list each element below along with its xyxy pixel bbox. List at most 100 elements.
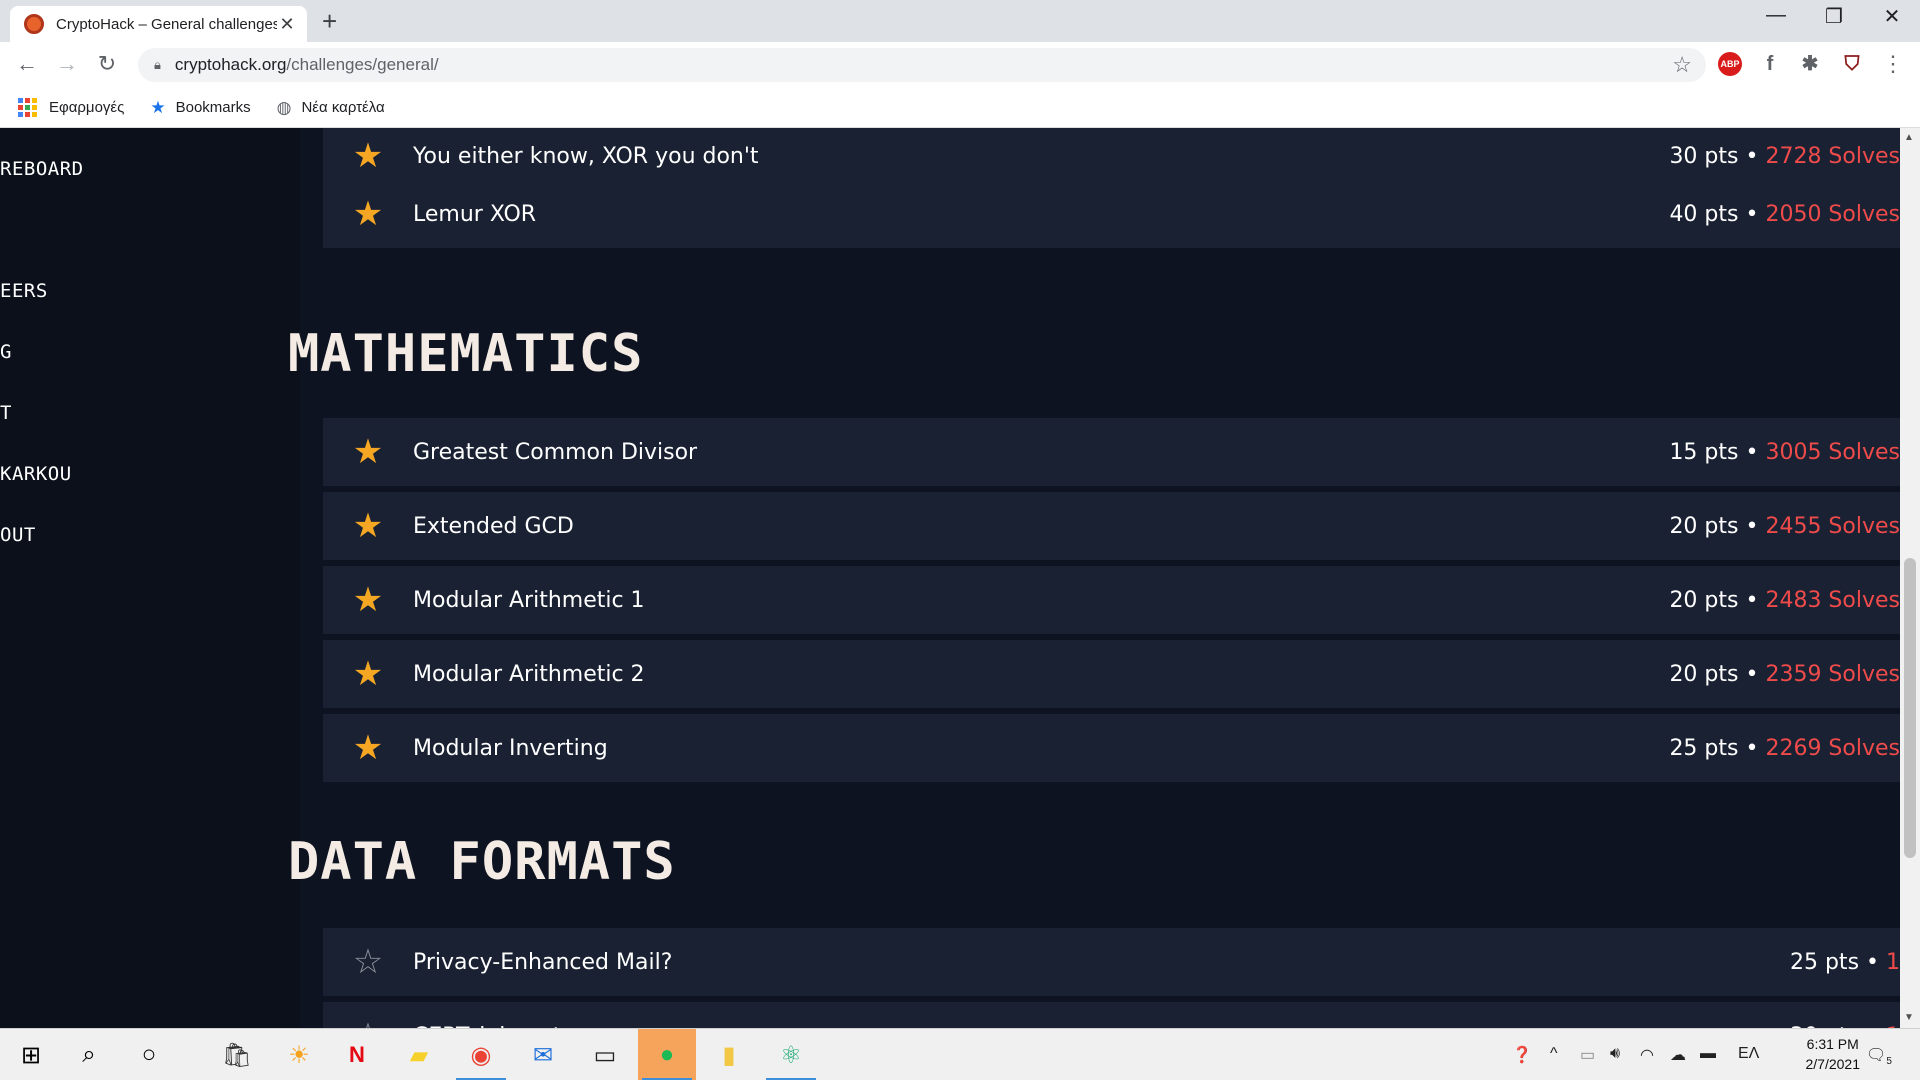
lock-icon: 🔒︎	[154, 57, 161, 72]
chrome-icon[interactable]: ◉	[452, 1029, 510, 1080]
challenge-solves[interactable]: 2269 Solves	[1765, 736, 1900, 761]
sidebar-item-blog[interactable]: G	[0, 341, 12, 363]
challenge-points: 30 pts	[1669, 143, 1739, 169]
star-filled-icon: ★	[352, 433, 384, 471]
netflix-icon[interactable]: N	[328, 1029, 386, 1080]
bookmark-star-icon[interactable]: ☆	[1672, 52, 1692, 78]
page-content: REBOARD EERS G T KARKOU OUT ★ You either …	[0, 128, 1900, 1028]
windows-start-icon[interactable]: ⊞	[2, 1029, 60, 1080]
meta-separator: •	[1738, 439, 1766, 465]
star-icon: ★	[150, 97, 166, 117]
section-title-data-formats: DATA FORMATS	[288, 832, 676, 892]
challenge-meta: 25 pts • 1	[1790, 950, 1900, 975]
bookmark-apps[interactable]: Εφαρμογές	[18, 98, 124, 117]
star-filled-icon: ★	[352, 581, 384, 619]
store-icon[interactable]: 🛍︎	[208, 1029, 266, 1080]
challenge-meta: 40 pts • 2050 Solves	[1669, 202, 1900, 227]
tab-strip: CryptoHack – General challenges ✕ + — ❐ …	[0, 0, 1920, 42]
challenge-solves[interactable]: 2455 Solves	[1765, 514, 1900, 539]
challenge-name: Privacy-Enhanced Mail?	[413, 949, 673, 975]
windows-taskbar: ⊞ ⌕ ○ 🛍︎ ☀ N ▰ ◉ ✉ ▭ ● ▮ ⚛ ❓ ^ ▭ 🔊︎ ◠ ☁ …	[0, 1028, 1920, 1080]
challenge-solves[interactable]: 2483 Solves	[1765, 588, 1900, 613]
challenge-row[interactable]: ☆CERTainly not30 pts • 1	[323, 1002, 1900, 1028]
tab-title: CryptoHack – General challenges	[56, 15, 277, 33]
reload-icon[interactable]: ↻	[92, 50, 122, 78]
new-tab-button[interactable]: +	[322, 6, 337, 36]
onedrive-icon[interactable]: ☁	[1670, 1045, 1686, 1065]
challenge-points: 20 pts	[1669, 587, 1739, 613]
challenge-solves[interactable]: 1	[1886, 950, 1900, 975]
extensions-puzzle-icon[interactable]: ✱	[1798, 52, 1822, 76]
help-icon[interactable]: ❓	[1512, 1045, 1532, 1065]
meta-separator: •	[1738, 143, 1766, 169]
challenge-row[interactable]: ☆ Privacy-Enhanced Mail? 25 pts • 1	[323, 928, 1900, 996]
star-filled-icon: ★	[352, 655, 384, 693]
battery-icon[interactable]: ▬	[1700, 1045, 1716, 1063]
challenge-points: 25 pts	[1669, 735, 1739, 761]
network-device-icon[interactable]: ▭	[1580, 1045, 1595, 1065]
scroll-down-icon[interactable]: ▼	[1904, 1012, 1914, 1023]
challenge-row[interactable]: ★ Modular Inverting 25 pts • 2269 Solves	[323, 714, 1900, 782]
browser-toolbar: ← → ↻ 🔒︎ cryptohack.org/challenges/gener…	[0, 42, 1920, 88]
challenge-solves[interactable]: 2359 Solves	[1765, 662, 1900, 687]
bookmark-new-tab[interactable]: ◍ Νέα καρτέλα	[277, 98, 385, 118]
notifications-icon[interactable]: 🗨︎5	[1866, 1045, 1892, 1067]
bookmarks-bar: Εφαρμογές ★ Bookmarks ◍ Νέα καρτέλα	[0, 88, 1920, 128]
forward-icon[interactable]: →	[52, 50, 82, 78]
terminal-icon[interactable]: ▭	[576, 1029, 634, 1080]
url-text: cryptohack.org/challenges/general/	[174, 55, 439, 74]
maximize-icon[interactable]: ❐	[1814, 4, 1854, 29]
close-window-icon[interactable]: ✕	[1872, 4, 1912, 29]
close-tab-icon[interactable]: ✕	[277, 14, 297, 35]
sidebar-nav: REBOARD EERS G T KARKOU OUT	[0, 128, 300, 1028]
menu-kebab-icon[interactable]: ⋮	[1878, 50, 1908, 78]
minimize-icon[interactable]: —	[1756, 4, 1796, 27]
volume-icon[interactable]: 🔊︎	[1610, 1045, 1620, 1063]
challenge-points: 20 pts	[1669, 661, 1739, 687]
adblock-plus-icon[interactable]: ABP	[1718, 52, 1742, 76]
clock[interactable]: 6:31 PM 2/7/2021	[1806, 1034, 1861, 1074]
sidebar-item-scoreboard[interactable]: REBOARD	[0, 158, 84, 180]
atom-icon[interactable]: ⚛	[762, 1029, 820, 1080]
active-tab[interactable]: CryptoHack – General challenges ✕	[10, 6, 307, 42]
star-filled-icon: ★	[352, 195, 384, 233]
page-scrollbar[interactable]: ▲ ▼	[1900, 128, 1920, 1028]
cryptohack-favicon-icon	[24, 14, 44, 34]
challenge-row[interactable]: ★ Modular Arithmetic 2 20 pts • 2359 Solve…	[323, 640, 1900, 708]
address-bar[interactable]: 🔒︎ cryptohack.org/challenges/general/ ☆	[138, 48, 1706, 82]
cortana-icon[interactable]: ○	[120, 1029, 178, 1080]
show-hidden-icons-icon[interactable]: ^	[1550, 1045, 1558, 1063]
challenge-solves[interactable]: 3005 Solves	[1765, 440, 1900, 465]
mail-icon[interactable]: ✉	[514, 1029, 572, 1080]
shield-extension-icon[interactable]: ⛉	[1840, 52, 1864, 76]
back-icon[interactable]: ←	[12, 50, 42, 78]
sticky-notes-icon[interactable]: ▰	[390, 1029, 448, 1080]
wifi-icon[interactable]: ◠	[1640, 1045, 1654, 1065]
challenge-row[interactable]: ★ Extended GCD 20 pts • 2455 Solves	[323, 492, 1900, 560]
sidebar-item-careers[interactable]: EERS	[0, 280, 48, 302]
weather-app-icon[interactable]: ☀	[270, 1029, 328, 1080]
meta-separator: •	[1738, 735, 1766, 761]
star-filled-icon: ★	[352, 507, 384, 545]
spotify-icon[interactable]: ●	[638, 1029, 696, 1080]
challenge-row[interactable]: ★ Modular Arithmetic 1 20 pts • 2483 Solve…	[323, 566, 1900, 634]
apps-grid-icon	[18, 98, 37, 117]
scrollbar-thumb[interactable]	[1904, 558, 1916, 858]
challenge-solves[interactable]: 2050 Solves	[1765, 202, 1900, 227]
sidebar-item-chat[interactable]: T	[0, 402, 12, 424]
challenge-points: 20 pts	[1669, 513, 1739, 539]
sidebar-item-logout[interactable]: OUT	[0, 524, 36, 546]
scroll-up-icon[interactable]: ▲	[1904, 132, 1914, 143]
challenge-solves[interactable]: 2728 Solves	[1765, 144, 1900, 169]
challenge-row[interactable]: ★ Lemur XOR 40 pts • 2050 Solves	[323, 180, 1900, 248]
file-explorer-icon[interactable]: ▮	[700, 1029, 758, 1080]
language-indicator[interactable]: ΕΛ	[1738, 1045, 1759, 1063]
challenge-row[interactable]: ★ Greatest Common Divisor 15 pts • 3005 So…	[323, 418, 1900, 486]
challenge-meta: 15 pts • 3005 Solves	[1669, 440, 1900, 465]
sidebar-item-user-profile[interactable]: KARKOU	[0, 463, 72, 485]
search-icon[interactable]: ⌕	[60, 1029, 118, 1080]
challenge-points: 15 pts	[1669, 439, 1739, 465]
facebook-icon[interactable]: f	[1758, 52, 1782, 76]
bookmark-bookmarks[interactable]: ★ Bookmarks	[150, 98, 250, 118]
challenge-meta: 25 pts • 2269 Solves	[1669, 736, 1900, 761]
